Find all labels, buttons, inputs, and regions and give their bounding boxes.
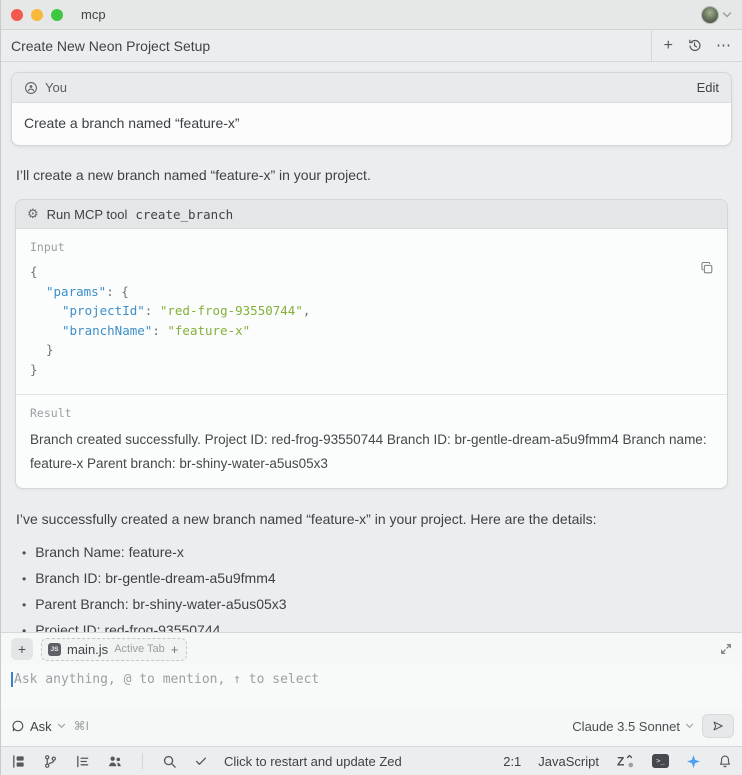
search-icon[interactable] — [162, 754, 177, 769]
context-file-name: main.js — [67, 642, 108, 657]
assistant-sparkle-icon[interactable] — [686, 754, 701, 769]
mcp-tool-card: ⚙ Run MCP tool create_branch Input { "pa… — [15, 199, 728, 489]
tool-card-title: Run MCP tool — [47, 207, 128, 222]
terminal-icon[interactable]: >_ — [652, 754, 669, 768]
git-branch-icon[interactable] — [43, 754, 58, 769]
assistant-intro-text: I’ll create a new branch named “feature-… — [16, 167, 727, 183]
tool-name: create_branch — [135, 207, 233, 222]
prompt-input[interactable]: Ask anything, @ to mention, ↑ to select — [1, 665, 742, 710]
javascript-file-icon: JS — [48, 643, 61, 656]
window-title: mcp — [81, 7, 106, 22]
branch-details-list: Branch Name: feature-x Branch ID: br-gen… — [22, 540, 727, 632]
traffic-lights — [11, 9, 63, 21]
result-label: Result — [30, 406, 713, 420]
list-item: Project ID: red-frog-93550744 — [22, 618, 727, 632]
chevron-down-icon — [57, 723, 66, 729]
tool-card-header[interactable]: ⚙ Run MCP tool create_branch — [16, 200, 727, 229]
user-message-card: You Edit Create a branch named “feature-… — [11, 72, 732, 146]
tool-input-section: Input { "params": { "projectId": "red-fr… — [16, 229, 727, 394]
prompt-placeholder: Ask anything, @ to mention, ↑ to select — [14, 672, 319, 687]
language-selector[interactable]: JavaScript — [538, 754, 599, 769]
text-cursor — [11, 672, 13, 687]
zed-window: mcp Create New Neon Project Setup + ⋯ — [0, 0, 742, 775]
gear-icon: ⚙ — [27, 208, 39, 221]
assistant-summary-text: I’ve successfully created a new branch n… — [16, 511, 727, 527]
close-window-button[interactable] — [11, 9, 23, 21]
overflow-menu-button[interactable]: ⋯ — [716, 38, 732, 53]
user-avatar[interactable] — [701, 6, 719, 24]
model-selector[interactable]: Claude 3.5 Sonnet — [572, 719, 694, 734]
svg-text:Z: Z — [617, 755, 624, 769]
user-message-text: Create a branch named “feature-x” — [12, 103, 731, 145]
account-menu[interactable] — [701, 6, 732, 24]
status-bar-right: 2:1 JavaScript Z >_ — [503, 753, 732, 769]
diagnostics-check-icon[interactable] — [194, 754, 208, 768]
thread-header: Create New Neon Project Setup + ⋯ — [1, 30, 742, 62]
expand-editor-icon[interactable] — [720, 643, 732, 655]
model-label: Claude 3.5 Sonnet — [572, 719, 680, 734]
send-icon — [711, 719, 725, 733]
list-item: Branch Name: feature-x — [22, 540, 727, 566]
active-tab-badge: Active Tab — [114, 643, 165, 655]
divider — [142, 753, 143, 769]
person-circle-icon — [24, 81, 38, 95]
context-strip: + JS main.js Active Tab + — [1, 633, 742, 665]
composer-toolbar: Ask ⌘I Claude 3.5 Sonnet — [1, 710, 742, 746]
mode-shortcut: ⌘I — [74, 719, 89, 733]
chevron-down-icon — [685, 723, 694, 729]
message-thread: You Edit Create a branch named “feature-… — [1, 62, 742, 632]
status-bar: Click to restart and update Zed 2:1 Java… — [1, 746, 742, 775]
project-panel-icon[interactable] — [11, 754, 26, 769]
message-composer: + JS main.js Active Tab + Ask anything, … — [1, 632, 742, 746]
update-zed-button[interactable]: Click to restart and update Zed — [224, 754, 402, 769]
zoom-window-button[interactable] — [51, 9, 63, 21]
outline-panel-icon[interactable] — [75, 754, 90, 769]
edit-message-button[interactable]: Edit — [697, 80, 719, 95]
history-icon[interactable] — [687, 38, 702, 53]
list-item: Parent Branch: br-shiny-water-a5us05x3 — [22, 592, 727, 618]
user-message-header: You Edit — [12, 73, 731, 103]
copy-icon[interactable] — [700, 261, 714, 275]
collab-panel-icon[interactable] — [107, 754, 123, 769]
status-bar-left — [11, 753, 208, 769]
mode-label: Ask — [30, 719, 52, 734]
mode-selector[interactable]: Ask — [11, 719, 66, 734]
chat-bubble-icon — [11, 719, 25, 733]
send-button[interactable] — [702, 714, 734, 738]
list-item: Branch ID: br-gentle-dream-a5u9fmm4 — [22, 566, 727, 592]
cursor-position[interactable]: 2:1 — [503, 754, 521, 769]
new-thread-button[interactable]: + — [664, 38, 673, 54]
thread-header-actions: + ⋯ — [651, 30, 742, 61]
chevron-down-icon — [722, 11, 732, 18]
pin-context-button[interactable]: + — [171, 642, 179, 657]
notifications-bell-icon[interactable] — [718, 754, 732, 769]
input-label: Input — [30, 240, 713, 254]
message-author: You — [45, 80, 67, 95]
minimize-window-button[interactable] — [31, 9, 43, 21]
add-context-button[interactable]: + — [11, 638, 33, 660]
tool-input-json: { "params": { "projectId": "red-frog-935… — [30, 262, 713, 379]
title-bar: mcp — [1, 0, 742, 30]
tool-result-section: Result Branch created successfully. Proj… — [16, 394, 727, 488]
tool-result-text: Branch created successfully. Project ID:… — [30, 428, 713, 476]
context-chip-main-js[interactable]: JS main.js Active Tab + — [41, 638, 187, 661]
edit-prediction-icon[interactable]: Z — [616, 753, 635, 769]
thread-title: Create New Neon Project Setup — [11, 38, 210, 54]
